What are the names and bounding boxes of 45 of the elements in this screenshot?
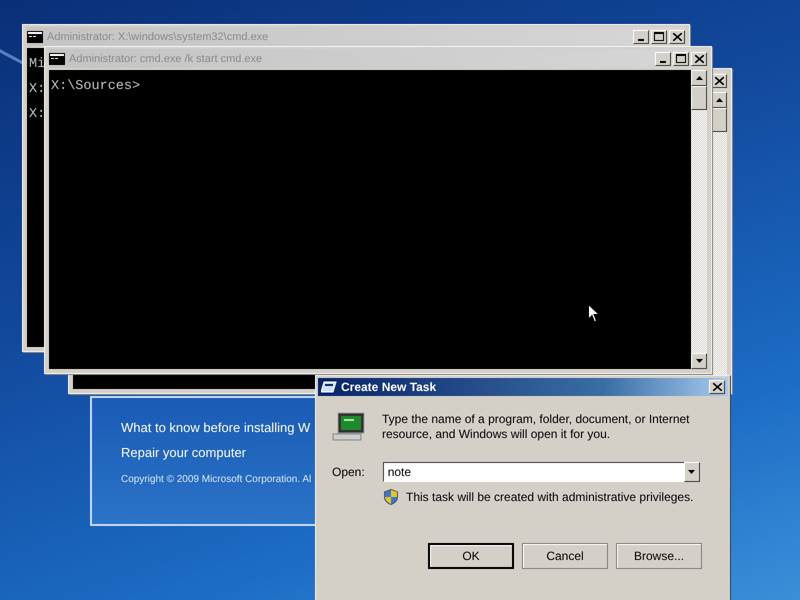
window-title: Administrator: cmd.exe /k start cmd.exe: [69, 52, 262, 64]
scroll-up-button[interactable]: [691, 70, 707, 86]
privilege-note: This task will be created with administrative privileges.: [406, 490, 694, 504]
up-arrow-icon: [696, 76, 702, 80]
close-icon: [694, 54, 704, 62]
minimize-button[interactable]: [633, 30, 649, 44]
maximize-button[interactable]: [651, 30, 667, 44]
window-title: Administrator: X:\windows\system32\cmd.exe: [47, 30, 268, 42]
down-arrow-icon: [696, 359, 702, 363]
shield-icon: [384, 489, 398, 505]
minimize-icon: [660, 60, 666, 62]
scroll-down-button[interactable]: [691, 353, 707, 369]
console-line: X:\Sources>: [51, 80, 140, 94]
console-line: X:: [29, 83, 46, 97]
scroll-bar[interactable]: [691, 70, 707, 369]
copyright-text: Copyright © 2009 Microsoft Corporation. Al: [121, 474, 312, 485]
dialog-button[interactable]: Cancel: [522, 543, 608, 569]
close-icon: [712, 383, 722, 391]
up-arrow-icon: [716, 98, 722, 102]
down-arrow-icon: [688, 470, 696, 474]
dialog-button[interactable]: OK: [428, 543, 514, 569]
close-button[interactable]: [669, 30, 685, 44]
mouse-pointer-icon: [588, 304, 600, 323]
close-icon: [672, 32, 682, 40]
console-line: Mi: [29, 58, 46, 72]
dialog-title: Create New Task: [341, 380, 436, 394]
close-button[interactable]: [709, 380, 725, 394]
open-combo-box[interactable]: note: [382, 462, 684, 482]
console-line: X:: [29, 108, 46, 122]
minimize-button[interactable]: [655, 52, 671, 66]
minimize-icon: [638, 38, 644, 40]
scroll-thumb[interactable]: [691, 86, 707, 110]
maximize-icon: [676, 54, 686, 63]
dropdown-button[interactable]: [684, 462, 700, 482]
run-icon: [321, 381, 337, 393]
console-icon: [27, 30, 43, 42]
close-button[interactable]: [691, 52, 707, 66]
dialog-button[interactable]: Browse...: [616, 543, 702, 569]
close-icon: [714, 76, 724, 84]
maximize-icon: [654, 32, 664, 41]
computer-icon: [332, 412, 366, 442]
maximize-button[interactable]: [673, 52, 689, 66]
open-label: Open:: [332, 465, 365, 479]
dialog-description: Type the name of a program, folder, document, or Internet resource, and Windows will open it for you.: [382, 412, 691, 442]
console-icon: [49, 52, 65, 64]
